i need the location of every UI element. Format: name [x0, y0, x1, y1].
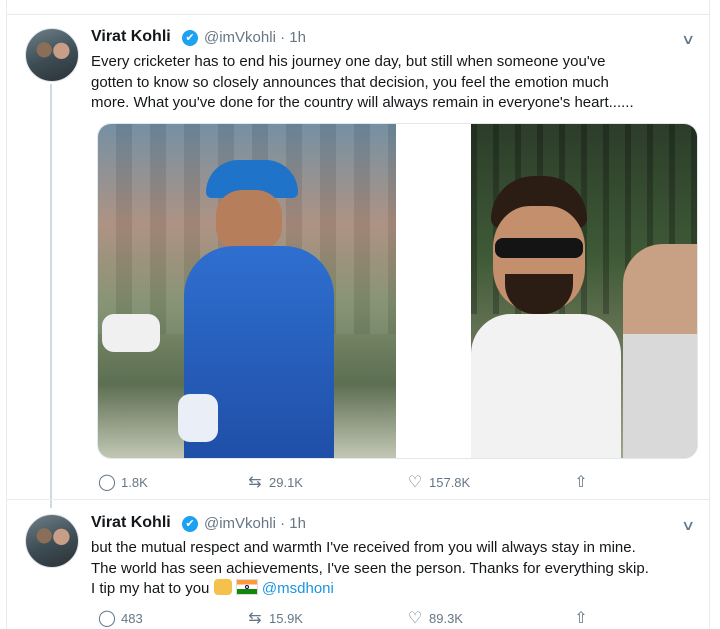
player-face: [216, 190, 282, 252]
share-button[interactable]: ⇧: [571, 608, 591, 628]
heart-icon: ♡: [407, 473, 423, 491]
second-person: [623, 244, 697, 458]
reply-count: 1.8K: [121, 474, 148, 490]
mention-link[interactable]: @msdhoni: [262, 580, 334, 597]
retweet-count: 15.9K: [269, 610, 303, 626]
verified-icon: ✔: [182, 516, 198, 532]
like-button[interactable]: ♡ 89.3K: [405, 608, 463, 628]
retweet-icon: ⇆: [248, 609, 262, 627]
tweet-text-segment: I tip my hat to you: [91, 580, 210, 597]
timeline: Virat Kohli ✔ @imVkohli · 1h ∨ Every cri…: [6, 0, 710, 629]
share-button[interactable]: ⇧: [571, 472, 591, 492]
retweet-button[interactable]: ⇆ 15.9K: [245, 608, 303, 628]
reply-count: 483: [121, 610, 143, 626]
tweet-actions: ◯ 1.8K ⇆ 29.1K ♡ 157.8K ⇧: [97, 472, 709, 492]
tweet-text-line: Every cricketer has to end his journey o…: [91, 53, 606, 70]
author-name[interactable]: Virat Kohli: [91, 514, 171, 532]
player-glove: [178, 394, 218, 442]
tweet-text-line: I tip my hat to you @msdhoni: [91, 579, 649, 600]
tweet-1[interactable]: Virat Kohli ✔ @imVkohli · 1h ∨ Every cri…: [7, 14, 709, 508]
chevron-down-icon[interactable]: ∨: [681, 517, 695, 534]
tweet-2[interactable]: Virat Kohli ✔ @imVkohli · 1h ∨ but the m…: [7, 500, 709, 629]
tweet-actions: ◯ 483 ⇆ 15.9K ♡ 89.3K ⇧: [97, 608, 709, 628]
india-flag-icon: [235, 579, 258, 595]
chevron-down-icon[interactable]: ∨: [681, 31, 695, 48]
reply-button[interactable]: ◯ 483: [97, 608, 143, 628]
tweet-text-line: but the mutual respect and warmth I've r…: [91, 539, 636, 556]
player-glove: [102, 314, 160, 352]
clapping-hands-icon: [213, 579, 232, 595]
white-kit: [471, 314, 621, 458]
avatar[interactable]: [25, 514, 79, 568]
handle-text: @imVkohli: [204, 29, 276, 46]
avatar[interactable]: [25, 28, 79, 82]
reply-icon: ◯: [98, 473, 116, 491]
retweet-button[interactable]: ⇆ 29.1K: [245, 472, 303, 492]
photo-dhoni[interactable]: [98, 124, 396, 458]
heart-icon: ♡: [407, 609, 423, 627]
reply-button[interactable]: ◯ 1.8K: [97, 472, 148, 492]
author-handle[interactable]: @imVkohli · 1h: [204, 515, 306, 532]
like-count: 157.8K: [429, 474, 471, 490]
previous-tweet-actions-cutoff: [7, 0, 709, 15]
tweet-text-line: gotten to know so closely announces that…: [91, 73, 609, 91]
retweet-icon: ⇆: [248, 473, 262, 491]
photo-selfie[interactable]: [471, 124, 697, 458]
tweet-text-line: more. What you've done for the country w…: [91, 94, 634, 111]
author-handle[interactable]: @imVkohli · 1h: [204, 29, 306, 46]
timestamp[interactable]: 1h: [289, 515, 306, 532]
like-button[interactable]: ♡ 157.8K: [405, 472, 470, 492]
tweet-text: but the mutual respect and warmth I've r…: [91, 538, 649, 600]
verified-icon: ✔: [182, 30, 198, 46]
author-name[interactable]: Virat Kohli: [91, 28, 171, 46]
share-icon: ⇧: [574, 473, 588, 491]
thread-line: [50, 84, 52, 508]
timestamp[interactable]: 1h: [289, 29, 306, 46]
share-icon: ⇧: [574, 609, 588, 627]
retweet-count: 29.1K: [269, 474, 303, 490]
tweet-text-line: The world has seen achievements, I've se…: [91, 559, 649, 577]
sunglasses: [495, 238, 583, 258]
like-count: 89.3K: [429, 610, 463, 626]
tweet-text: Every cricketer has to end his journey o…: [91, 52, 634, 114]
tweet-media[interactable]: [97, 123, 698, 459]
reply-icon: ◯: [98, 609, 116, 627]
handle-text: @imVkohli: [204, 515, 276, 532]
